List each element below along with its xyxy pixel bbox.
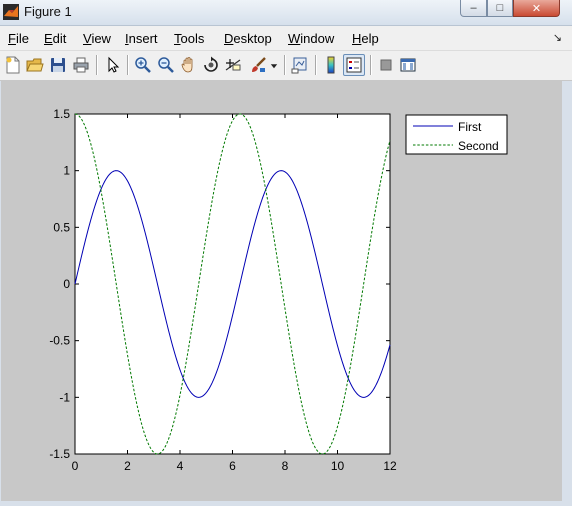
save-icon: [51, 58, 65, 72]
y-tick-label: 1.5: [53, 107, 70, 121]
y-tick-label: 0: [63, 277, 70, 291]
menu-insert-label: nsert: [128, 31, 158, 46]
figure-canvas[interactable]: 0 2 4 6 8 10 12 1.5 1 0.5 0 -0.5 -1 -1.5 First Second: [1, 81, 562, 501]
menu-help[interactable]: Help: [352, 31, 379, 46]
legend-label-second: Second: [458, 139, 499, 153]
title-bar[interactable]: Figure 1 – □ ✕: [0, 0, 572, 26]
close-button[interactable]: ✕: [513, 0, 560, 17]
menu-desktop[interactable]: Desktop: [224, 31, 272, 46]
matlab-logo-icon: [3, 4, 19, 20]
edit-plot-button[interactable]: [102, 54, 124, 76]
pan-button[interactable]: [178, 54, 200, 76]
print-button[interactable]: [70, 54, 92, 76]
hide-plot-tools-button[interactable]: [375, 54, 397, 76]
legend-icon: [346, 57, 362, 73]
menu-help-label: elp: [361, 31, 379, 46]
data-cursor-button[interactable]: [222, 54, 244, 76]
window-frame-bottom: [0, 501, 572, 506]
hide-plot-tools-icon: [380, 59, 392, 71]
window-frame-right: [562, 81, 572, 506]
menu-window[interactable]: Window: [288, 31, 334, 46]
y-tick-label: 1: [63, 164, 70, 178]
toolbar-separator: [96, 55, 97, 75]
menu-edit-key: E: [44, 31, 53, 46]
brush-icon: [252, 57, 266, 72]
x-tick-label: 4: [177, 459, 184, 473]
figure-toolbar: [0, 51, 572, 81]
save-button[interactable]: [47, 54, 69, 76]
colorbar-button[interactable]: [320, 54, 342, 76]
toolbar-separator: [127, 55, 128, 75]
x-tick-label: 6: [229, 459, 236, 473]
toolbar-separator: [315, 55, 316, 75]
menu-insert[interactable]: Insert: [125, 31, 158, 46]
link-plot-icon: [291, 57, 307, 74]
maximize-button[interactable]: □: [487, 0, 513, 17]
toolbar-separator: [284, 55, 285, 75]
rotate-3d-icon: [204, 56, 218, 72]
x-tick-label: 8: [282, 459, 289, 473]
pan-icon: [181, 57, 193, 73]
menu-desktop-label: esktop: [233, 31, 272, 46]
menu-desktop-key: D: [224, 31, 234, 46]
colorbar-icon: [327, 56, 335, 74]
zoom-out-button[interactable]: [155, 54, 177, 76]
show-plot-tools-button[interactable]: [397, 54, 419, 76]
menu-window-key: W: [288, 31, 301, 46]
menu-file[interactable]: File: [8, 31, 29, 46]
menu-tools[interactable]: Tools: [174, 31, 204, 46]
print-icon: [73, 57, 89, 73]
brush-button[interactable]: [247, 54, 269, 76]
axes-box: [74, 113, 391, 455]
legend-button[interactable]: [343, 54, 365, 76]
show-plot-tools-icon: [400, 58, 416, 72]
y-tick-label: 0.5: [53, 220, 70, 234]
edit-plot-icon: [108, 56, 120, 73]
x-tick-label: 0: [72, 459, 79, 473]
new-figure-icon: [6, 56, 20, 74]
rotate-3d-button[interactable]: [200, 54, 222, 76]
brush-dropdown-icon: [270, 64, 278, 69]
zoom-in-icon: [135, 57, 151, 73]
menu-edit[interactable]: Edit: [44, 31, 66, 46]
link-plot-button[interactable]: [289, 54, 311, 76]
open-file-icon: [26, 58, 44, 72]
data-cursor-icon: [225, 59, 241, 71]
plot-svg: 0 2 4 6 8 10 12 1.5 1 0.5 0 -0.5 -1 -1.5 First Second: [49, 107, 508, 473]
menu-window-label: indow: [300, 31, 335, 46]
legend-label-first: First: [458, 120, 482, 134]
y-tick-label: -0.5: [49, 334, 70, 348]
minimize-button[interactable]: –: [460, 0, 487, 17]
y-tick-label: -1: [59, 390, 70, 404]
menu-help-key: H: [352, 31, 362, 46]
menu-tools-label: ools: [180, 31, 205, 46]
zoom-out-icon: [158, 57, 174, 73]
figure-window: Figure 1 – □ ✕ File Edit View Insert Too…: [0, 0, 572, 506]
menu-view[interactable]: View: [83, 31, 111, 46]
toolbar-separator: [370, 55, 371, 75]
zoom-in-button[interactable]: [132, 54, 154, 76]
menubar-dock-arrow-icon[interactable]: ↘: [553, 31, 562, 44]
menu-file-label: ile: [15, 31, 29, 46]
menu-edit-label: dit: [52, 31, 67, 46]
x-tick-label: 12: [383, 459, 397, 473]
brush-dropdown-button[interactable]: [268, 54, 280, 76]
new-figure-button[interactable]: [2, 54, 24, 76]
open-file-button[interactable]: [24, 54, 46, 76]
menu-file-key: F: [8, 31, 16, 46]
menu-view-label: iew: [91, 31, 111, 46]
y-tick-label: -1.5: [49, 447, 70, 461]
x-tick-label: 10: [331, 459, 345, 473]
x-tick-label: 2: [124, 459, 131, 473]
window-title: Figure 1: [24, 4, 72, 19]
menu-bar: File Edit View Insert Tools Desktop Wind…: [0, 26, 572, 51]
